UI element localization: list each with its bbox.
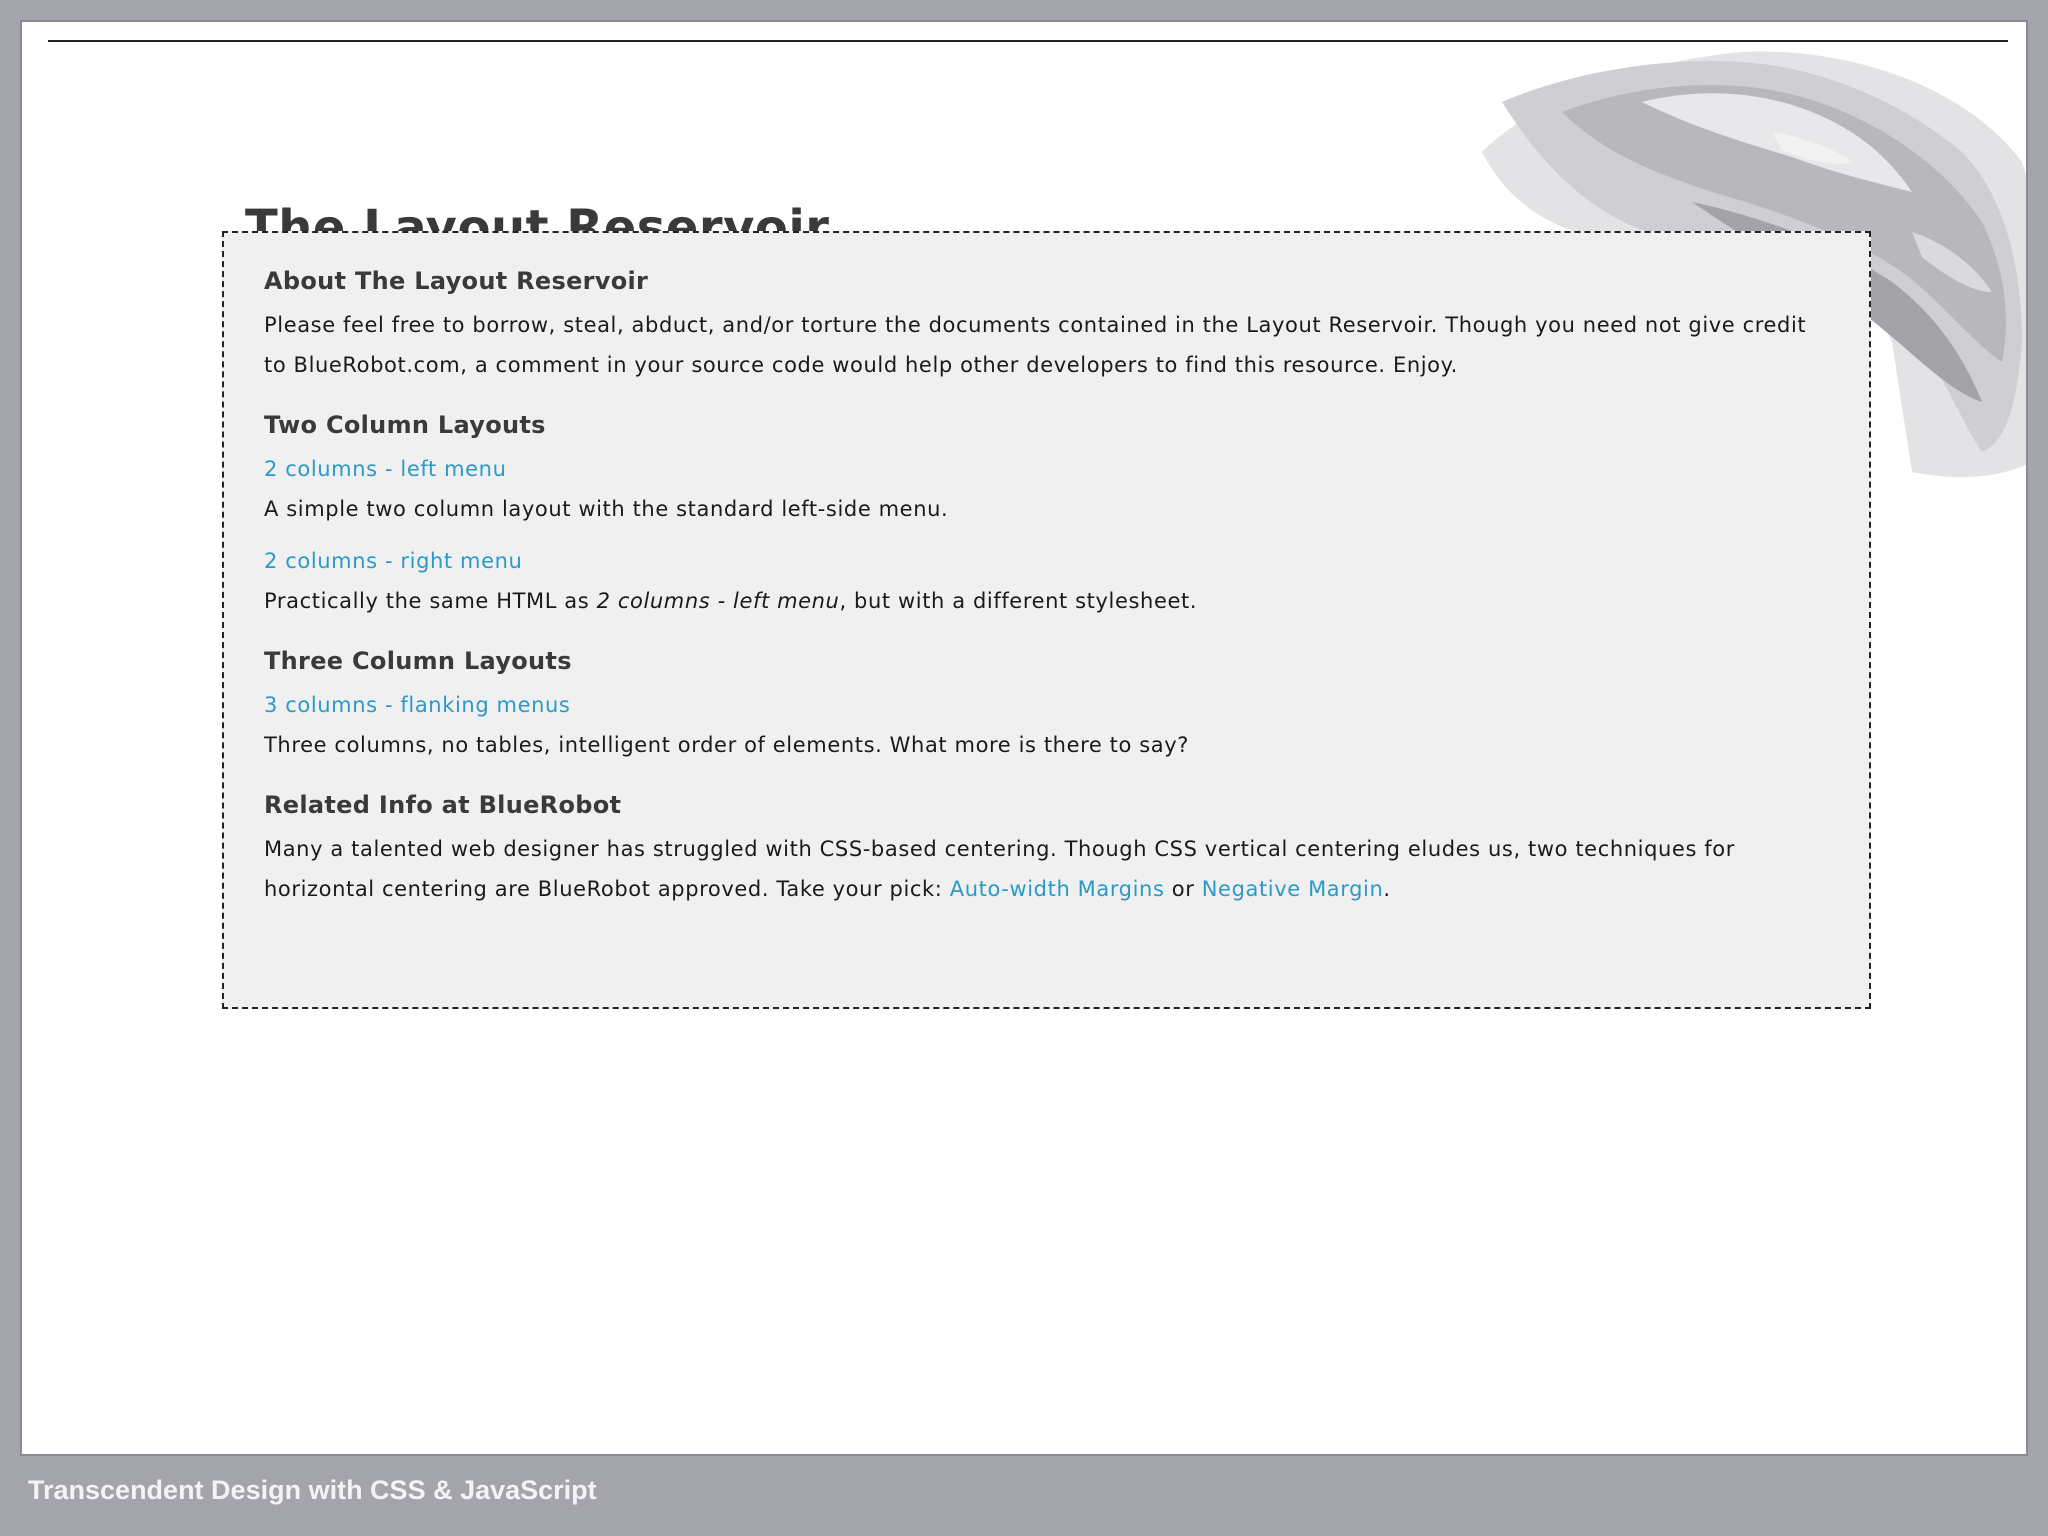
item-description: A simple two column layout with the stan… bbox=[264, 497, 949, 521]
link-2-columns-left-menu[interactable]: 2 columns - left menu bbox=[264, 449, 1829, 489]
description-text: , but with a different stylesheet. bbox=[839, 589, 1198, 613]
section-related: Related Info at BlueRobot Many a talente… bbox=[264, 791, 1829, 909]
related-heading: Related Info at BlueRobot bbox=[264, 791, 622, 819]
list-item: 2 columns - right menu Practically the s… bbox=[264, 541, 1829, 621]
item-description: Three columns, no tables, intelligent or… bbox=[264, 733, 1190, 757]
list-item: 3 columns - flanking menus Three columns… bbox=[264, 685, 1829, 765]
link-negative-margin[interactable]: Negative Margin bbox=[1202, 877, 1384, 901]
description-emphasis: 2 columns - left menu bbox=[596, 589, 840, 613]
two-column-heading: Two Column Layouts bbox=[264, 411, 546, 439]
about-heading: About The Layout Reservoir bbox=[264, 267, 649, 295]
footer-caption: Transcendent Design with CSS & JavaScrip… bbox=[28, 1475, 597, 1505]
link-2-columns-right-menu[interactable]: 2 columns - right menu bbox=[264, 541, 1829, 581]
related-text-part: or bbox=[1164, 877, 1202, 901]
related-text-part: . bbox=[1383, 877, 1391, 901]
link-3-columns-flanking-menus[interactable]: 3 columns - flanking menus bbox=[264, 685, 1829, 725]
related-text: Many a talented web designer has struggl… bbox=[264, 829, 1829, 909]
section-two-column: Two Column Layouts 2 columns - left menu… bbox=[264, 411, 1829, 621]
list-item: 2 columns - left menu A simple two colum… bbox=[264, 449, 1829, 529]
section-about: About The Layout Reservoir Please feel f… bbox=[264, 267, 1829, 385]
about-text: Please feel free to borrow, steal, abduc… bbox=[264, 313, 1807, 377]
description-text: Practically the same HTML as bbox=[264, 589, 597, 613]
content-box: About The Layout Reservoir Please feel f… bbox=[222, 231, 1871, 1009]
section-three-column: Three Column Layouts 3 columns - flankin… bbox=[264, 647, 1829, 765]
item-description: Practically the same HTML as 2 columns -… bbox=[264, 581, 1829, 621]
three-column-heading: Three Column Layouts bbox=[264, 647, 572, 675]
link-auto-width-margins[interactable]: Auto-width Margins bbox=[950, 877, 1165, 901]
